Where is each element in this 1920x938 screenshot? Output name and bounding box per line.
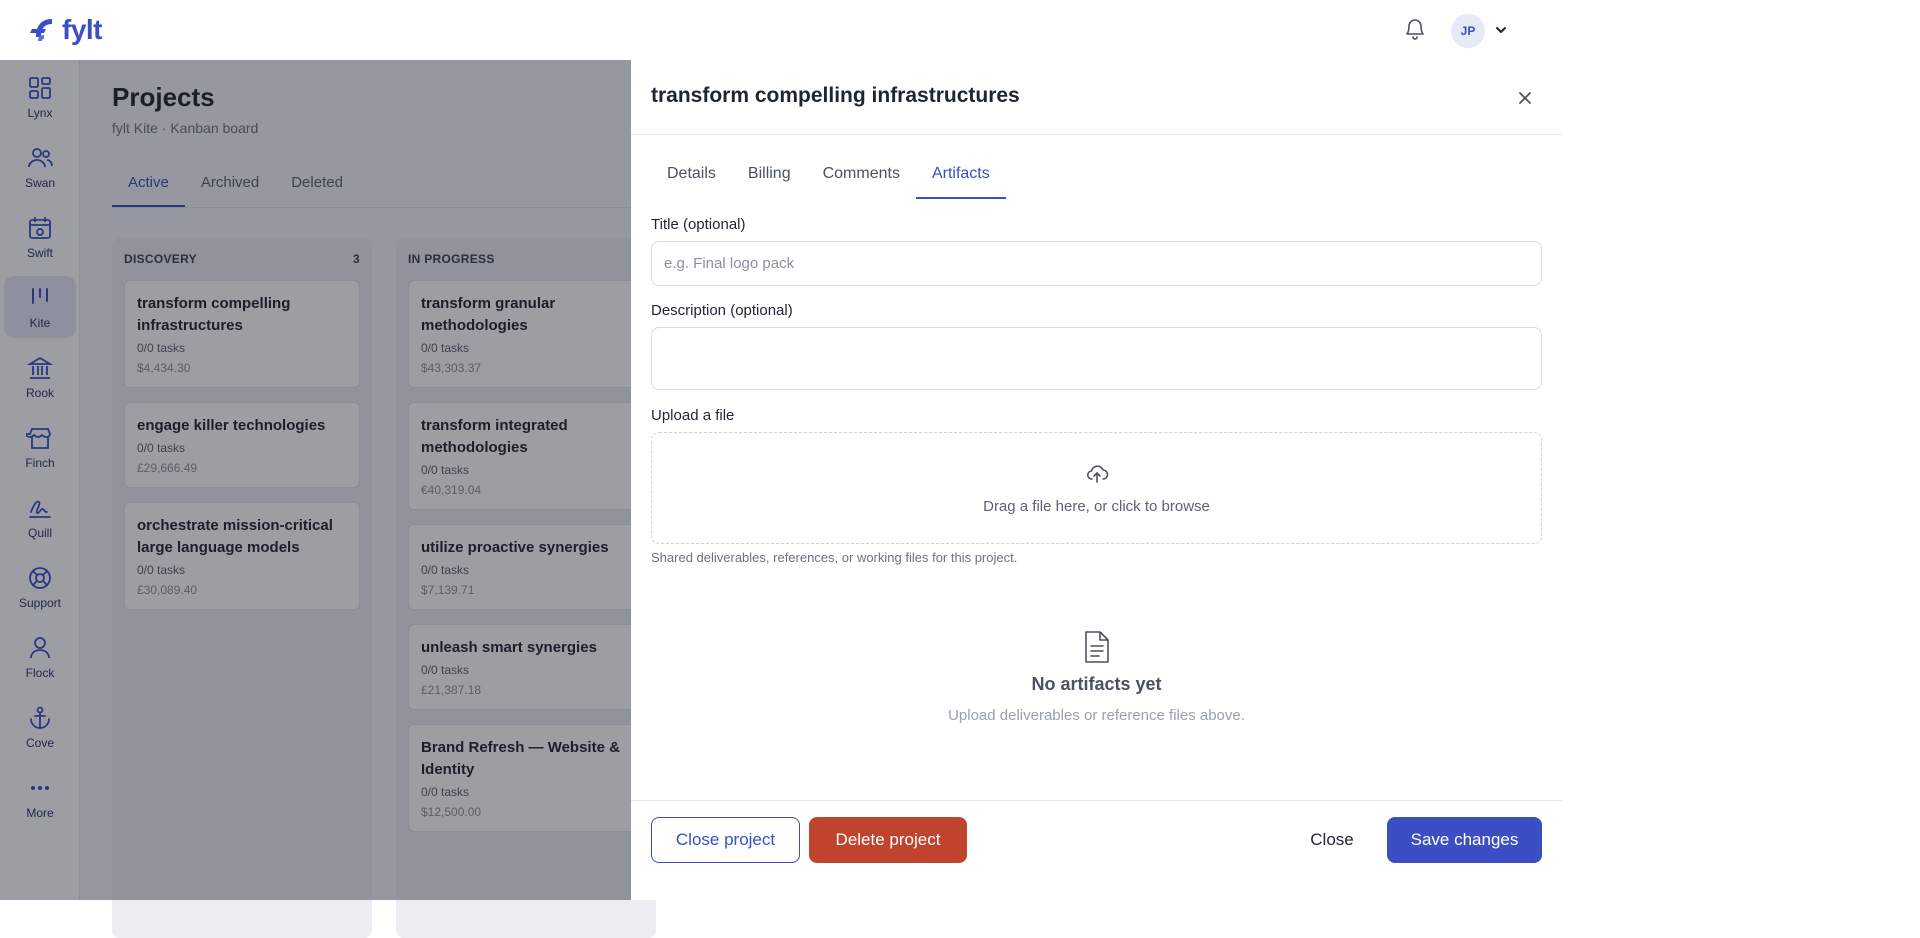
close-icon[interactable] [1513,86,1537,110]
delete-project-button[interactable]: Delete project [809,817,967,863]
document-icon [1084,631,1109,663]
project-drawer: transform compelling infrastructures Det… [631,60,1562,900]
upload-cloud-icon [1086,464,1108,483]
empty-subtitle: Upload deliverables or reference files a… [948,707,1245,724]
tab-comments[interactable]: Comments [807,153,916,199]
drawer-title: transform compelling infrastructures [651,84,1020,107]
artifact-title-input[interactable] [651,241,1542,286]
close-project-button[interactable]: Close project [651,817,800,863]
chevron-down-icon[interactable] [1493,22,1509,38]
upload-label: Upload a file [651,407,735,424]
bell-icon[interactable] [1403,17,1427,41]
save-changes-button[interactable]: Save changes [1387,817,1542,863]
brand-logo[interactable]: fylt [30,14,103,46]
avatar[interactable]: JP [1451,14,1485,48]
tab-artifacts[interactable]: Artifacts [915,153,1006,199]
empty-state: No artifacts yet Upload deliverables or … [651,630,1542,724]
top-bar: fylt JP [0,0,1920,60]
drawer-tabs: Details Billing Comments Artifacts [651,153,1542,199]
page-margin [1562,60,1920,900]
tab-details[interactable]: Details [651,153,732,199]
tab-billing[interactable]: Billing [732,153,807,199]
brand-name: fylt [62,14,103,45]
dropzone-text: Drag a file here, or click to browse [983,497,1210,515]
description-label: Description (optional) [651,302,793,319]
close-button[interactable]: Close [1297,817,1367,863]
title-label: Title (optional) [651,216,746,233]
upload-hint: Shared deliverables, references, or work… [651,550,1018,565]
file-dropzone[interactable]: Drag a file here, or click to browse [651,432,1542,544]
empty-title: No artifacts yet [1031,674,1162,694]
fylt-logo-icon [30,19,52,41]
drawer-header: transform compelling infrastructures [631,60,1562,135]
artifact-description-input[interactable] [651,327,1542,390]
drawer-footer: Close project Delete project Close Save … [631,800,1562,900]
